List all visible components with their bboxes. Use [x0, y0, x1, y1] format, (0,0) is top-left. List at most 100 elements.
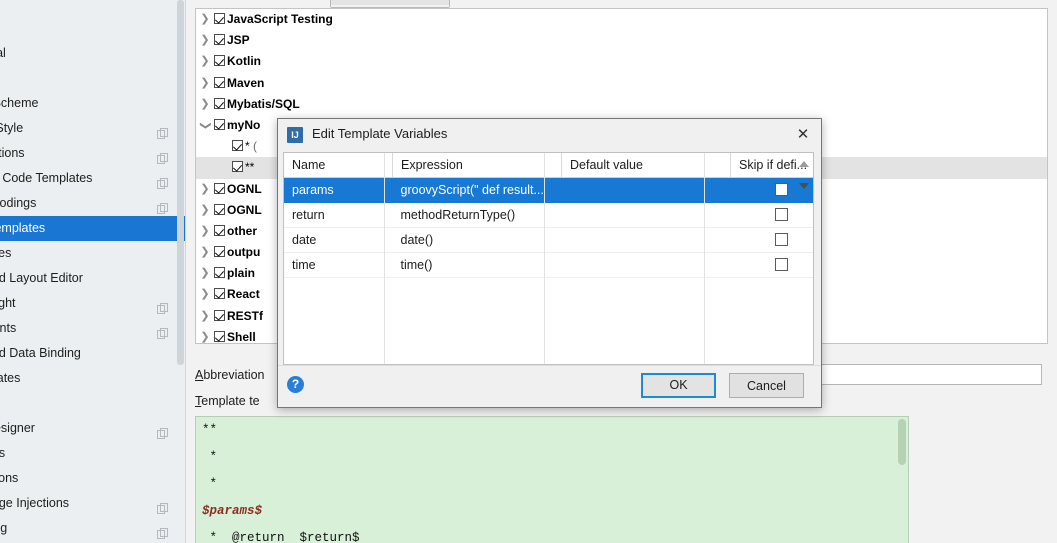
cell-name[interactable]: return: [284, 202, 393, 228]
tree-checkbox[interactable]: [214, 309, 225, 321]
chevron-down-icon[interactable]: ❯: [196, 117, 216, 135]
cell-default-value[interactable]: [561, 227, 731, 253]
tree-checkbox[interactable]: [214, 34, 225, 46]
template-text-editor[interactable]: ** * * $params$ * @return $return$: [195, 416, 909, 543]
tree-checkbox[interactable]: [214, 118, 225, 130]
template-editor-scrollbar[interactable]: [898, 419, 906, 465]
sidebar-item-14[interactable]: plicates: [0, 366, 186, 391]
help-icon[interactable]: ?: [287, 376, 304, 393]
skip-checkbox[interactable]: [775, 258, 788, 271]
chevron-right-icon[interactable]: ❯: [196, 242, 214, 263]
chevron-right-icon[interactable]: ❯: [196, 221, 214, 242]
sidebar-item-17[interactable]: ages: [0, 441, 186, 466]
search-input[interactable]: [330, 0, 450, 8]
cell-skip-if-defined[interactable]: [730, 202, 813, 228]
sidebar-item-3[interactable]: or Scheme: [0, 91, 186, 116]
cell-name[interactable]: params: [284, 177, 393, 203]
sidebar-item-6[interactable]: and Code Templates: [0, 166, 186, 191]
copy-settings-icon[interactable]: [157, 498, 168, 514]
tree-checkbox[interactable]: [214, 330, 225, 342]
chevron-right-icon[interactable]: ❯: [196, 200, 214, 221]
sidebar-item-15[interactable]: met: [0, 391, 186, 416]
tree-row[interactable]: ❯ Kotlin: [196, 51, 1047, 72]
sidebar-item-13[interactable]: droid Data Binding: [0, 341, 186, 366]
cell-expression[interactable]: date(): [392, 227, 562, 253]
copy-settings-icon[interactable]: [157, 148, 168, 164]
cell-expression[interactable]: groovyScript(" def result...: [392, 177, 562, 203]
cell-default-value[interactable]: [561, 252, 731, 278]
copy-settings-icon[interactable]: [157, 198, 168, 214]
chevron-right-icon[interactable]: ❯: [196, 179, 214, 200]
sidebar-item-7[interactable]: Encodings: [0, 191, 186, 216]
tree-row[interactable]: ❯ Maven: [196, 73, 1047, 94]
variables-table[interactable]: Name Expression Default value Skip if de…: [284, 153, 813, 278]
tree-row[interactable]: ❯ Mybatis/SQL: [196, 94, 1047, 115]
chevron-right-icon[interactable]: ❯: [196, 9, 214, 30]
tree-checkbox[interactable]: [232, 161, 243, 173]
sidebar-item-8[interactable]: e Templates: [0, 216, 186, 241]
cell-skip-if-defined[interactable]: [730, 227, 813, 253]
copy-settings-icon[interactable]: [157, 173, 168, 189]
copy-settings-icon[interactable]: [157, 323, 168, 339]
tree-checkbox[interactable]: [214, 246, 225, 258]
sidebar-item-1[interactable]: neral: [0, 41, 186, 66]
sidebar-item-5[interactable]: pections: [0, 141, 186, 166]
column-header-expression[interactable]: Expression: [392, 153, 562, 178]
chevron-right-icon[interactable]: ❯: [196, 51, 214, 72]
sidebar-item-20[interactable]: elling: [0, 516, 186, 541]
chevron-right-icon[interactable]: ❯: [196, 73, 214, 94]
cell-name[interactable]: date: [284, 227, 393, 253]
move-down-icon[interactable]: [795, 175, 813, 197]
table-row[interactable]: time time(): [284, 252, 813, 278]
cell-default-value[interactable]: [561, 177, 731, 203]
tree-checkbox[interactable]: [232, 140, 243, 152]
chevron-right-icon[interactable]: ❯: [196, 284, 214, 305]
cell-expression[interactable]: time(): [392, 252, 562, 278]
tree-checkbox[interactable]: [214, 288, 225, 300]
tree-checkbox[interactable]: [214, 97, 225, 109]
copy-settings-icon[interactable]: [157, 298, 168, 314]
cell-name[interactable]: time: [284, 252, 393, 278]
sidebar-item-11[interactable]: pyright: [0, 291, 186, 316]
move-up-icon[interactable]: [795, 153, 813, 175]
tree-checkbox[interactable]: [214, 55, 225, 67]
skip-checkbox[interactable]: [775, 233, 788, 246]
chevron-right-icon[interactable]: ❯: [196, 94, 214, 115]
tree-checkbox[interactable]: [214, 182, 225, 194]
variables-table-container[interactable]: Name Expression Default value Skip if de…: [283, 152, 814, 365]
chevron-right-icon[interactable]: ❯: [196, 306, 214, 327]
copy-settings-icon[interactable]: [157, 523, 168, 539]
table-row[interactable]: date date(): [284, 227, 813, 253]
tree-row[interactable]: ❯ JavaScript Testing: [196, 9, 1047, 30]
sidebar-item-4[interactable]: de Style: [0, 116, 186, 141]
sidebar-item-19[interactable]: guage Injections: [0, 491, 186, 516]
sidebar-item-2[interactable]: nt: [0, 66, 186, 91]
cell-default-value[interactable]: [561, 202, 731, 228]
skip-checkbox[interactable]: [775, 183, 788, 196]
tree-checkbox[interactable]: [214, 13, 225, 24]
tree-row[interactable]: ❯ JSP: [196, 30, 1047, 51]
ok-button[interactable]: OK: [641, 373, 716, 398]
copy-settings-icon[interactable]: [157, 423, 168, 439]
sidebar-item-9[interactable]: Types: [0, 241, 186, 266]
column-header-name[interactable]: Name: [284, 153, 393, 178]
tree-checkbox[interactable]: [214, 267, 225, 279]
tree-checkbox[interactable]: [214, 203, 225, 215]
copy-settings-icon[interactable]: [157, 123, 168, 139]
sidebar-item-10[interactable]: droid Layout Editor: [0, 266, 186, 291]
chevron-right-icon[interactable]: ❯: [196, 263, 214, 284]
tree-checkbox[interactable]: [214, 224, 225, 236]
table-row[interactable]: return methodReturnType(): [284, 202, 813, 228]
cell-skip-if-defined[interactable]: [730, 252, 813, 278]
chevron-right-icon[interactable]: ❯: [196, 30, 214, 51]
table-row[interactable]: params groovyScript(" def result...: [284, 177, 813, 203]
sidebar-item-16[interactable]: I Designer: [0, 416, 186, 441]
tree-checkbox[interactable]: [214, 76, 225, 88]
column-header-default-value[interactable]: Default value: [561, 153, 731, 178]
sidebar-item-0[interactable]: ·: [0, 16, 186, 41]
cancel-button[interactable]: Cancel: [729, 373, 804, 398]
skip-checkbox[interactable]: [775, 208, 788, 221]
sidebar-item-12[interactable]: y Hints: [0, 316, 186, 341]
cell-expression[interactable]: methodReturnType(): [392, 202, 562, 228]
sidebar-scrollbar-thumb[interactable]: [177, 0, 184, 365]
